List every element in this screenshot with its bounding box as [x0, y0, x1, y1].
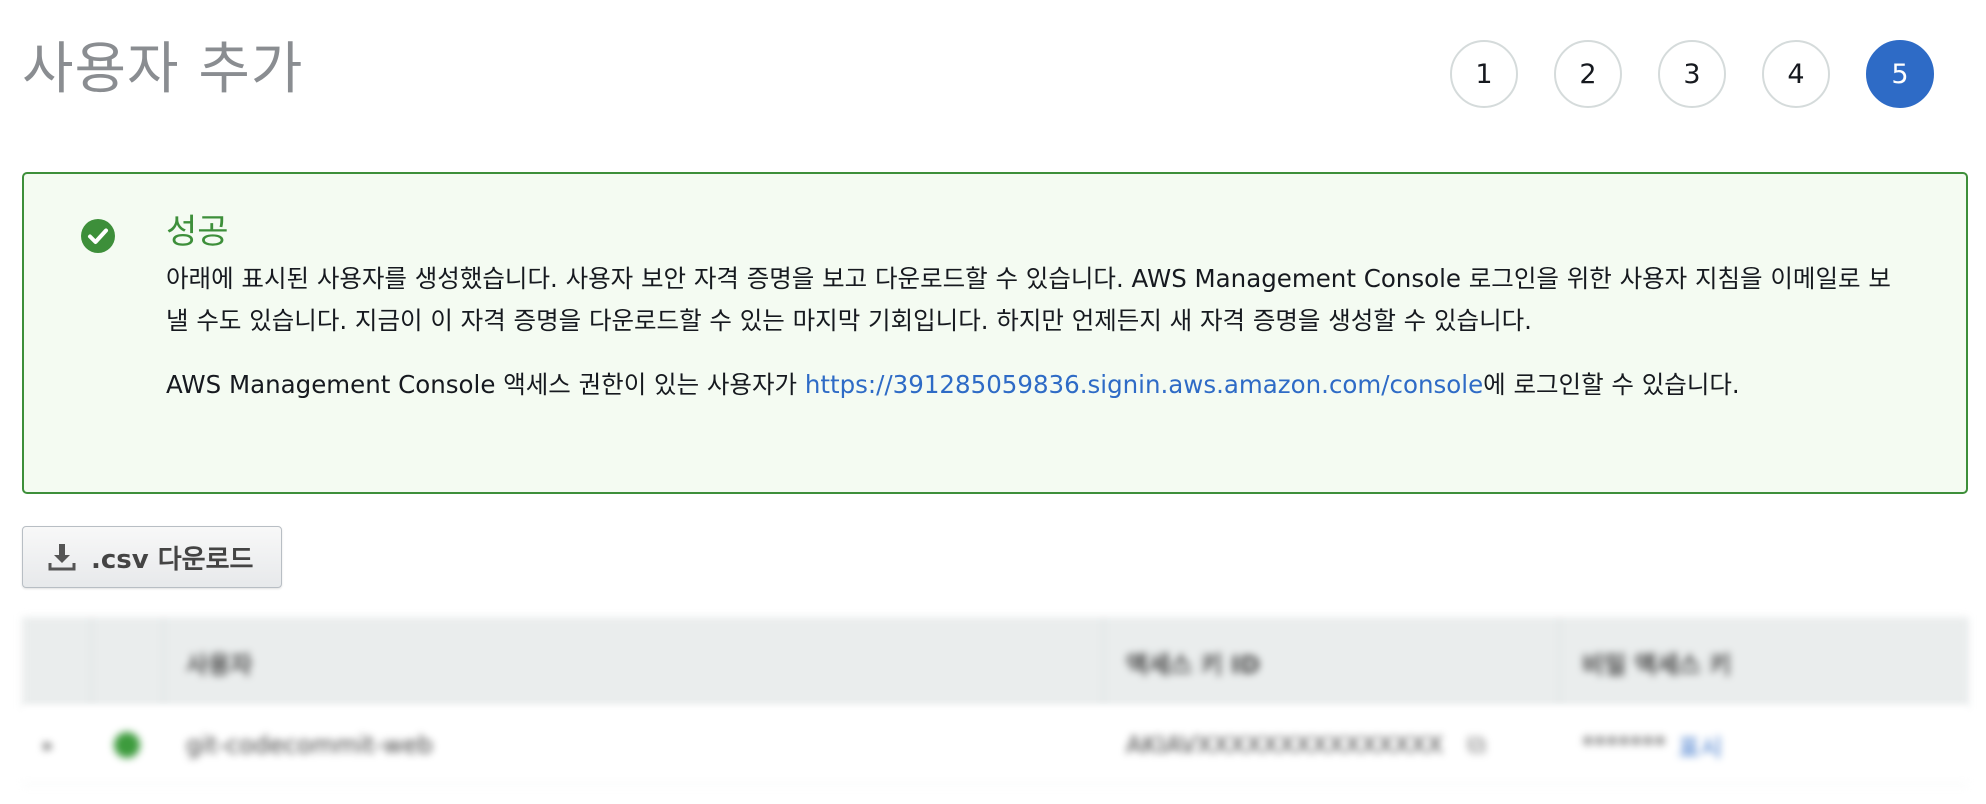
- signin-suffix: 에 로그인할 수 있습니다.: [1483, 370, 1740, 399]
- row-expand-cell[interactable]: ▸: [22, 735, 92, 756]
- step-3[interactable]: 3: [1658, 40, 1726, 108]
- signin-prefix: AWS Management Console 액세스 권한이 있는 사용자가: [166, 370, 805, 399]
- success-alert: 성공 아래에 표시된 사용자를 생성했습니다. 사용자 보안 자격 증명을 보고…: [22, 172, 1968, 494]
- expand-caret-icon[interactable]: ▸: [44, 735, 53, 756]
- download-csv-label: .csv 다운로드: [91, 544, 254, 575]
- status-success-icon: [114, 732, 140, 758]
- download-icon: [48, 544, 76, 571]
- access-key-value: AKIAVXXXXXXXXXXXXXXX: [1126, 731, 1444, 759]
- alert-title: 성공: [166, 212, 229, 252]
- credentials-table: 사용자 액세스 키 ID 비밀 액세스 키 ▸ git-codecommit-w…: [22, 618, 1968, 788]
- step-2[interactable]: 2: [1554, 40, 1622, 108]
- row-user-cell: git-codecommit-web: [186, 731, 433, 759]
- step-5[interactable]: 5: [1866, 40, 1934, 108]
- copy-icon[interactable]: ⧉: [1467, 730, 1486, 761]
- alert-signin-message: AWS Management Console 액세스 권한이 있는 사용자가 h…: [166, 364, 1906, 406]
- row-status-cell: [92, 732, 164, 758]
- header-expand: [22, 619, 92, 705]
- console-signin-link[interactable]: https://391285059836.signin.aws.amazon.c…: [805, 370, 1483, 399]
- alert-message: 아래에 표시된 사용자를 생성했습니다. 사용자 보안 자격 증명을 보고 다운…: [166, 264, 1891, 335]
- step-4[interactable]: 4: [1762, 40, 1830, 108]
- table-row: ▸ git-codecommit-web AKIAVXXXXXXXXXXXXXX…: [22, 706, 1968, 785]
- row-secret-cell: ******* 표시: [1560, 728, 1968, 763]
- show-secret-link[interactable]: 표시: [1678, 728, 1722, 763]
- check-circle-icon: [81, 219, 115, 253]
- wizard-steps: 1 2 3 4 5: [1450, 40, 1934, 108]
- header-status: [92, 619, 164, 705]
- secret-key-value: *******: [1582, 731, 1666, 759]
- alert-body: 성공 아래에 표시된 사용자를 생성했습니다. 사용자 보안 자격 증명을 보고…: [166, 210, 1906, 406]
- row-access-key-cell: AKIAVXXXXXXXXXXXXXXX ⧉: [1104, 730, 1560, 761]
- download-csv-button[interactable]: .csv 다운로드: [22, 526, 283, 588]
- table-header: 사용자 액세스 키 ID 비밀 액세스 키: [22, 618, 1968, 706]
- page-title: 사용자 추가: [22, 37, 304, 102]
- header-user[interactable]: 사용자: [164, 619, 1104, 705]
- header-access-key-id[interactable]: 액세스 키 ID: [1104, 619, 1560, 705]
- step-1[interactable]: 1: [1450, 40, 1518, 108]
- header-secret-access-key[interactable]: 비밀 액세스 키: [1560, 619, 1968, 705]
